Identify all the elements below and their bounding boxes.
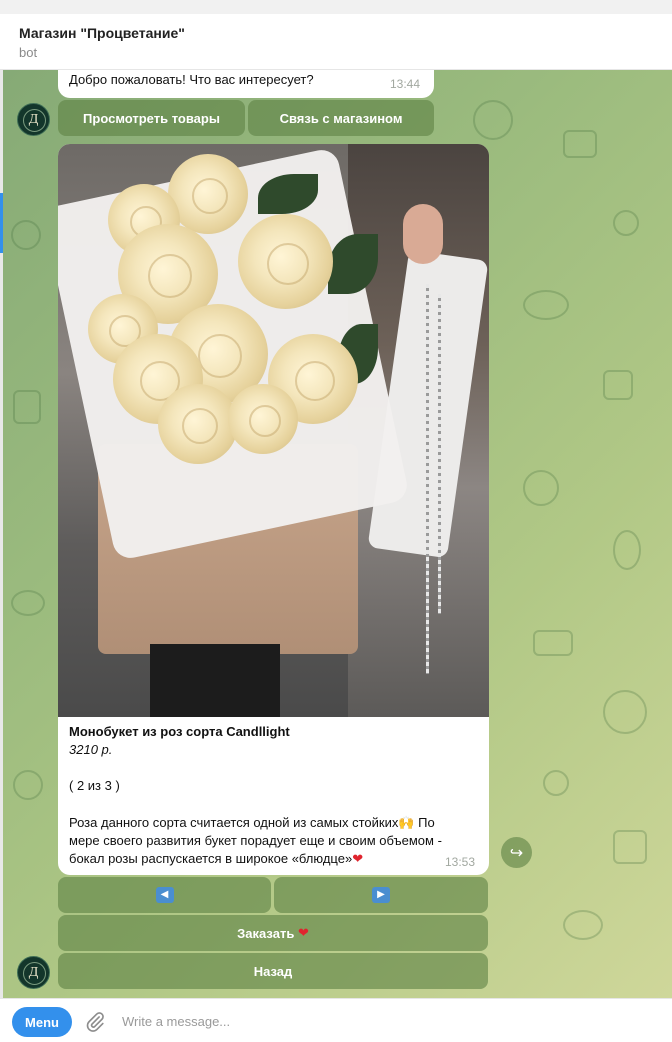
bg-doodle (11, 220, 41, 250)
bg-doodle (11, 590, 45, 616)
greeting-message: Добро пожаловать! Что вас интересует? 13… (58, 70, 434, 98)
bg-doodle (523, 470, 559, 506)
photo-rose (168, 154, 248, 234)
raised-hands-emoji: 🙌 (398, 816, 415, 831)
product-message: Монобукет из роз сорта Candllight 3210 р… (58, 144, 489, 875)
chat-title: Магазин "Процветание" (19, 25, 185, 41)
arrow-left-icon: ◀ (155, 887, 174, 903)
message-composer: Menu (0, 998, 672, 1042)
bg-doodle (533, 630, 573, 656)
product-name: Монобукет из роз сорта Candllight (69, 724, 290, 739)
window-top-strip (0, 0, 672, 14)
bg-doodle (603, 690, 647, 734)
bot-avatar[interactable]: Д (17, 103, 50, 136)
photo-chain (438, 294, 441, 614)
attach-icon[interactable] (84, 1011, 106, 1033)
order-label: Заказать (237, 925, 295, 941)
prev-product-button[interactable]: ◀ (58, 877, 271, 913)
bg-doodle (613, 210, 639, 236)
forward-icon[interactable]: ↪ (501, 837, 532, 868)
product-photo[interactable] (58, 144, 489, 717)
photo-chain (426, 284, 429, 674)
message-input[interactable] (112, 1007, 652, 1035)
next-product-button[interactable]: ▶ (274, 877, 488, 913)
browse-products-button[interactable]: Просмотреть товары (58, 100, 245, 136)
photo-rose (238, 214, 333, 309)
bg-doodle (563, 130, 597, 158)
chat-subtitle: bot (19, 45, 38, 60)
greeting-time: 13:44 (390, 77, 421, 91)
product-price: 3210 р. (69, 742, 113, 757)
product-position: ( 2 из 3 ) (69, 778, 120, 793)
bg-doodle (543, 770, 569, 796)
description-text: По (414, 815, 435, 830)
contact-store-button[interactable]: Связь с магазином (248, 100, 434, 136)
bg-doodle (613, 830, 647, 864)
bg-doodle (523, 290, 569, 320)
arrow-right-icon: ▶ (372, 887, 390, 903)
heart-emoji: ❤ (297, 925, 309, 941)
product-description-line3: бокал розы распускается в широкое «блюдц… (69, 851, 363, 867)
greeting-text: Добро пожаловать! Что вас интересует? (69, 72, 314, 87)
chat-area[interactable]: Добро пожаловать! Что вас интересует? 13… (3, 70, 672, 998)
bg-doodle (603, 370, 633, 400)
heart-emoji: ❤ (352, 852, 364, 867)
photo-hand (403, 204, 443, 264)
photo-legs (150, 644, 280, 717)
photo-rose (228, 384, 298, 454)
product-description-line2: мере своего развития букет порадует еще … (69, 833, 442, 848)
description-text: бокал розы распускается в широкое «блюдц… (69, 851, 353, 866)
bot-avatar[interactable]: Д (17, 956, 50, 989)
bg-doodle (13, 390, 41, 424)
product-description-line1: Роза данного сорта считается одной из са… (69, 815, 435, 831)
chat-header[interactable]: Магазин "Процветание" bot (0, 14, 672, 70)
bg-doodle (613, 530, 641, 570)
bg-doodle (13, 770, 43, 800)
photo-rose (158, 384, 238, 464)
product-time: 13:53 (445, 855, 476, 869)
bg-doodle (563, 910, 603, 940)
description-text: Роза данного сорта считается одной из са… (69, 815, 399, 830)
forward-arrow-glyph: ↪ (509, 844, 524, 862)
back-button[interactable]: Назад (58, 953, 488, 989)
menu-button[interactable]: Menu (12, 1007, 72, 1037)
order-button[interactable]: Заказать ❤ (58, 915, 488, 951)
bg-doodle (473, 100, 513, 140)
